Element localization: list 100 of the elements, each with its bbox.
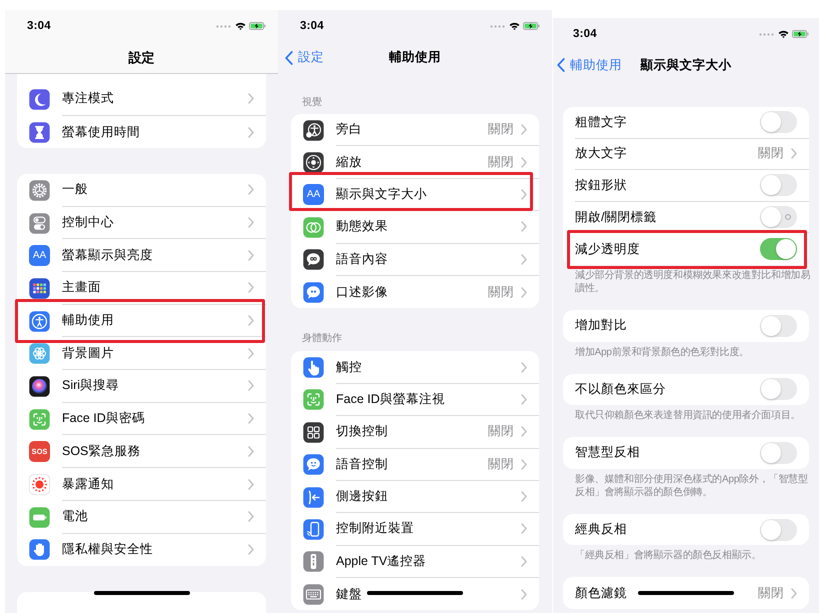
row-label: 背景圖片 — [62, 344, 114, 362]
settings-row[interactable]: AA 螢幕顯示與亮度 — [17, 239, 266, 272]
chevron-icon — [248, 282, 254, 294]
row-label: 電池 — [62, 508, 88, 526]
section-footer: 取代只仰賴顏色來表達替用資訊的使用者介面項目。 — [575, 409, 813, 422]
settings-row[interactable]: 暴露通知 — [17, 468, 266, 501]
toggle-switch[interactable] — [760, 238, 797, 260]
chevron-icon — [248, 511, 254, 522]
settings-row[interactable]: 控制中心 — [17, 206, 266, 240]
settings-row[interactable]: Apple TV遙控器 — [291, 546, 539, 578]
section-footer: 影像、媒體和部分使用深色樣式的App除外，「智慧型反相」會將顯示器的顏色倒轉。 — [575, 472, 813, 499]
settings-row[interactable]: 增加對比 — [563, 310, 809, 342]
settings-row[interactable]: 鍵盤 — [291, 578, 539, 610]
settings-row[interactable]: 側邊按鈕 — [291, 480, 539, 514]
four-squares-icon — [303, 422, 324, 443]
settings-row[interactable]: 語音內容 — [291, 244, 539, 276]
settings-row[interactable]: 智慧型反相 — [563, 437, 809, 469]
toggle-switch[interactable] — [760, 174, 797, 196]
settings-row[interactable]: 放大文字 關閉 — [563, 138, 809, 170]
settings-row[interactable]: 螢幕使用時間 — [17, 116, 266, 148]
chevron-left-icon — [557, 58, 565, 72]
gear-icon — [29, 180, 50, 201]
settings-row[interactable]: 輔助使用 — [17, 304, 266, 338]
accessibility-icon — [29, 310, 50, 332]
settings-row[interactable]: Face ID與密碼 — [17, 402, 266, 436]
overlapping-circles-icon — [303, 216, 324, 238]
row-value: 關閉 — [488, 456, 514, 473]
text-size-icon: AA — [303, 184, 324, 206]
moon-icon — [29, 88, 50, 110]
chevron-icon — [248, 446, 254, 457]
signal-dots-icon — [490, 24, 506, 28]
settings-row[interactable]: 粗體文字 — [563, 107, 809, 139]
signal-dots-icon — [216, 24, 232, 28]
dot-ring-icon — [29, 474, 50, 495]
settings-row[interactable]: 口述影像 關閉 — [291, 276, 539, 308]
row-label: 輔助使用 — [62, 312, 114, 330]
row-label: 語音控制 — [336, 456, 388, 473]
back-button[interactable]: 設定 — [285, 49, 324, 66]
settings-row[interactable]: 旁白 關閉 — [291, 114, 539, 146]
row-label: 粗體文字 — [575, 114, 627, 131]
back-button[interactable]: 輔助使用 — [557, 56, 622, 74]
settings-row[interactable]: 觸控 — [291, 351, 539, 384]
keyboard-icon — [303, 584, 324, 605]
settings-row[interactable]: 經典反相 — [563, 514, 809, 546]
settings-row[interactable]: 語音控制 關閉 — [291, 448, 539, 481]
row-label: 縮放 — [336, 154, 362, 171]
row-label: 螢幕顯示與亮度 — [62, 246, 153, 264]
chevron-icon — [791, 588, 797, 599]
row-label: 側邊按鈕 — [336, 488, 388, 506]
settings-row[interactable]: 背景圖片 — [17, 337, 266, 370]
row-label: 切換控制 — [336, 423, 388, 440]
face-id-icon — [303, 389, 324, 410]
chevron-icon — [248, 217, 254, 228]
battery-charging-icon — [249, 22, 266, 30]
chevron-icon — [521, 556, 527, 567]
status-time: 3:04 — [300, 20, 324, 32]
settings-row[interactable]: Siri與搜尋 — [17, 370, 266, 403]
row-label: 減少透明度 — [575, 240, 640, 258]
chevron-left-icon — [285, 50, 293, 64]
row-label: 顏色濾鏡 — [575, 584, 627, 602]
toggle-switch[interactable] — [760, 206, 797, 228]
settings-row[interactable]: 控制附近裝置 — [291, 513, 539, 546]
chevron-icon — [521, 254, 527, 265]
settings-row[interactable]: 減少透明度 — [563, 233, 809, 265]
row-label: 一般 — [62, 181, 88, 198]
face-bubble-icon — [303, 454, 324, 476]
settings-row[interactable]: 縮放 關閉 — [291, 146, 539, 179]
face-id-icon — [29, 408, 50, 430]
row-label: 鍵盤 — [336, 586, 362, 603]
settings-row[interactable]: 一般 — [17, 174, 266, 207]
toggle-switch[interactable] — [760, 111, 797, 134]
section-footer: 增加App前景和背景顏色的色彩對比度。 — [575, 346, 813, 359]
chevron-icon — [248, 250, 254, 261]
toggle-switch[interactable] — [760, 518, 797, 541]
battery-charging-icon — [792, 30, 809, 38]
wifi-icon — [235, 22, 246, 30]
text-size-icon: AA — [29, 245, 50, 266]
settings-row[interactable]: 電池 — [17, 500, 266, 534]
settings-row[interactable]: 顏色濾鏡 關閉 — [563, 577, 809, 609]
screen-title: 輔助使用 — [389, 49, 441, 66]
row-label: 動態效果 — [336, 218, 388, 236]
settings-row[interactable]: 隱私權與安全性 — [17, 534, 266, 566]
row-label: 螢幕使用時間 — [62, 124, 140, 141]
row-label: 控制附近裝置 — [336, 520, 414, 538]
flower-icon — [29, 343, 50, 364]
settings-row[interactable]: 按鈕形狀 — [563, 170, 809, 202]
settings-row[interactable]: Face ID與螢幕注視 — [291, 384, 539, 416]
toggle-switch[interactable] — [760, 314, 797, 337]
status-time: 3:04 — [573, 28, 597, 40]
toggle-switch[interactable] — [760, 378, 797, 400]
settings-row[interactable]: 專注模式 — [17, 83, 266, 116]
row-label: 智慧型反相 — [575, 444, 640, 462]
settings-row[interactable]: 切換控制 關閉 — [291, 416, 539, 449]
settings-row[interactable]: 主畫面 — [17, 272, 266, 305]
settings-row[interactable]: 不以顏色來區分 — [563, 374, 809, 406]
settings-row[interactable]: 動態效果 — [291, 211, 539, 244]
toggle-switch[interactable] — [760, 442, 797, 464]
battery-charging-icon — [523, 22, 540, 30]
screen-title: 設定 — [128, 48, 154, 66]
row-label: 不以顏色來區分 — [575, 380, 666, 398]
